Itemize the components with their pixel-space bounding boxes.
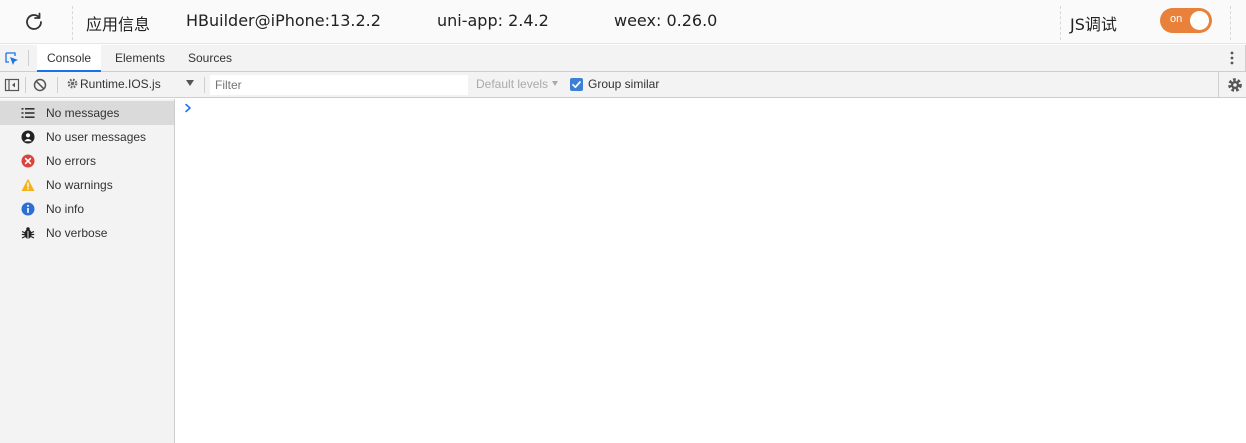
sidebar-item-messages[interactable]: No messages [0, 101, 174, 125]
console-toolbar: Runtime.IOS.js Default levels Group simi… [0, 72, 1246, 98]
app-info-bar: 应用信息 HBuilder@iPhone:13.2.2 uni-app: 2.4… [0, 0, 1246, 44]
separator [57, 77, 58, 93]
console-output[interactable] [176, 99, 1246, 443]
refresh-icon[interactable] [22, 10, 46, 34]
inspect-element-icon[interactable] [4, 51, 20, 67]
prompt-chevron-icon [185, 103, 191, 113]
settings-gear-icon[interactable] [1226, 76, 1244, 94]
sidebar-item-label: No user messages [46, 130, 147, 144]
checkmark-icon [572, 81, 581, 89]
bug-icon [21, 227, 35, 239]
group-similar-checkbox[interactable] [570, 78, 583, 91]
weex-version: weex: 0.26.0 [614, 11, 718, 30]
sidebar-item-errors[interactable]: No errors [0, 149, 174, 173]
sidebar-item-warnings[interactable]: No warnings [0, 173, 174, 197]
tab-sources[interactable]: Sources [178, 45, 242, 71]
sidebar-item-info[interactable]: No info [0, 197, 174, 221]
tab-elements[interactable]: Elements [105, 45, 175, 71]
log-levels-dropdown[interactable]: Default levels [476, 72, 559, 97]
divider [72, 6, 73, 40]
separator [204, 77, 205, 93]
context-label: Runtime.IOS.js [80, 77, 161, 91]
filter-input[interactable] [210, 75, 468, 95]
context-selector[interactable]: Runtime.IOS.js [66, 72, 161, 97]
list-icon [21, 108, 35, 118]
sidebar-item-user-messages[interactable]: No user messages [0, 125, 174, 149]
divider [1230, 6, 1231, 40]
user-icon [21, 130, 35, 144]
info-icon [21, 202, 35, 216]
more-options-icon[interactable] [1230, 51, 1234, 65]
sidebar-toggle-icon[interactable] [4, 77, 20, 93]
chevron-down-icon[interactable] [186, 80, 194, 86]
sidebar-item-label: No messages [46, 106, 120, 120]
divider [1060, 6, 1061, 40]
console-sidebar: No messages No user messages No errors N… [0, 99, 175, 443]
separator [28, 50, 29, 66]
chevron-down-icon [552, 81, 559, 86]
sidebar-item-label: No info [46, 202, 85, 216]
warning-icon [21, 178, 35, 191]
group-similar-label[interactable]: Group similar [588, 72, 659, 97]
device-info: HBuilder@iPhone:13.2.2 [186, 11, 381, 30]
toggle-label: on [1170, 13, 1183, 25]
error-icon [21, 154, 35, 168]
gear-icon [67, 78, 78, 89]
uniapp-version: uni-app: 2.4.2 [437, 11, 549, 30]
sidebar-item-verbose[interactable]: No verbose [0, 221, 174, 245]
tab-console[interactable]: Console [37, 45, 102, 72]
app-info-title: 应用信息 [86, 15, 151, 34]
devtools-tab-bar: Console Elements Sources [0, 45, 1246, 72]
sidebar-item-label: No verbose [46, 226, 108, 240]
js-debug-toggle[interactable]: on [1160, 8, 1212, 33]
sidebar-item-label: No errors [46, 154, 97, 168]
sidebar-item-label: No warnings [46, 178, 113, 192]
clear-console-icon[interactable] [32, 77, 48, 93]
separator [1218, 72, 1219, 98]
log-levels-label: Default levels [476, 77, 549, 91]
js-debug-label: JS调试 [1070, 15, 1117, 34]
toggle-knob [1190, 11, 1209, 30]
separator [25, 77, 26, 93]
